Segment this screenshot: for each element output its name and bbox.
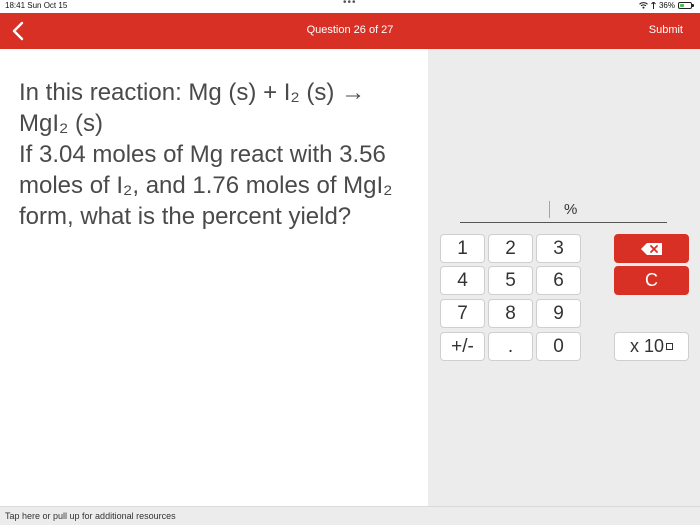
answer-underline: [460, 222, 667, 223]
status-time: 18:41 Sun Oct 15: [5, 1, 68, 10]
times-ten-power-button[interactable]: x 10: [614, 332, 689, 361]
answer-cursor: [549, 201, 550, 218]
key-5[interactable]: 5: [488, 266, 533, 295]
question-line: In this reaction: Mg (s) + I₂ (s) →: [19, 79, 366, 106]
answer-unit: %: [564, 201, 578, 218]
key-2[interactable]: 2: [488, 234, 533, 263]
question-counter: Question 26 of 27: [306, 24, 394, 36]
key-8[interactable]: 8: [488, 299, 533, 328]
key-7[interactable]: 7: [440, 299, 485, 328]
key-0[interactable]: 0: [536, 332, 581, 361]
status-right: 36%: [639, 1, 694, 10]
backspace-icon: [640, 242, 662, 255]
question-line: moles of I₂, and 1.76 moles of MgI₂: [19, 172, 393, 199]
exponent-box-icon: [666, 343, 674, 350]
more-dots-icon[interactable]: •••: [343, 0, 357, 8]
resources-bar[interactable]: Tap here or pull up for additional resou…: [0, 506, 700, 525]
location-arrow-icon: [651, 2, 656, 9]
sign-toggle-button[interactable]: +/-: [440, 332, 485, 361]
status-bar: 18:41 Sun Oct 15 ••• 36%: [0, 0, 700, 13]
question-text: In this reaction: Mg (s) + I₂ (s) → MgI₂…: [19, 77, 419, 232]
key-3[interactable]: 3: [536, 234, 581, 263]
question-line: If 3.04 moles of Mg react with 3.56: [19, 141, 386, 168]
key-6[interactable]: 6: [536, 266, 581, 295]
battery-percent: 36%: [658, 1, 675, 10]
decimal-point-button[interactable]: .: [488, 332, 533, 361]
battery-icon: [678, 2, 694, 9]
submit-button[interactable]: Submit: [649, 24, 683, 36]
question-line: form, what is the percent yield?: [19, 203, 352, 230]
times-ten-label: x 10: [629, 336, 665, 356]
backspace-button[interactable]: [614, 234, 689, 263]
answer-field[interactable]: [460, 199, 546, 221]
key-9[interactable]: 9: [536, 299, 581, 328]
question-panel: In this reaction: Mg (s) + I₂ (s) → MgI₂…: [0, 49, 428, 506]
header-bar: Question 26 of 27 Submit: [0, 13, 700, 49]
wifi-icon: [639, 2, 648, 9]
clear-button[interactable]: C: [614, 266, 689, 295]
question-line: MgI₂ (s): [19, 110, 103, 137]
calculator-panel: % 1 2 3 4 5 6 7 8 9 +/- . 0 C x 10: [428, 49, 700, 506]
key-4[interactable]: 4: [440, 266, 485, 295]
key-1[interactable]: 1: [440, 234, 485, 263]
